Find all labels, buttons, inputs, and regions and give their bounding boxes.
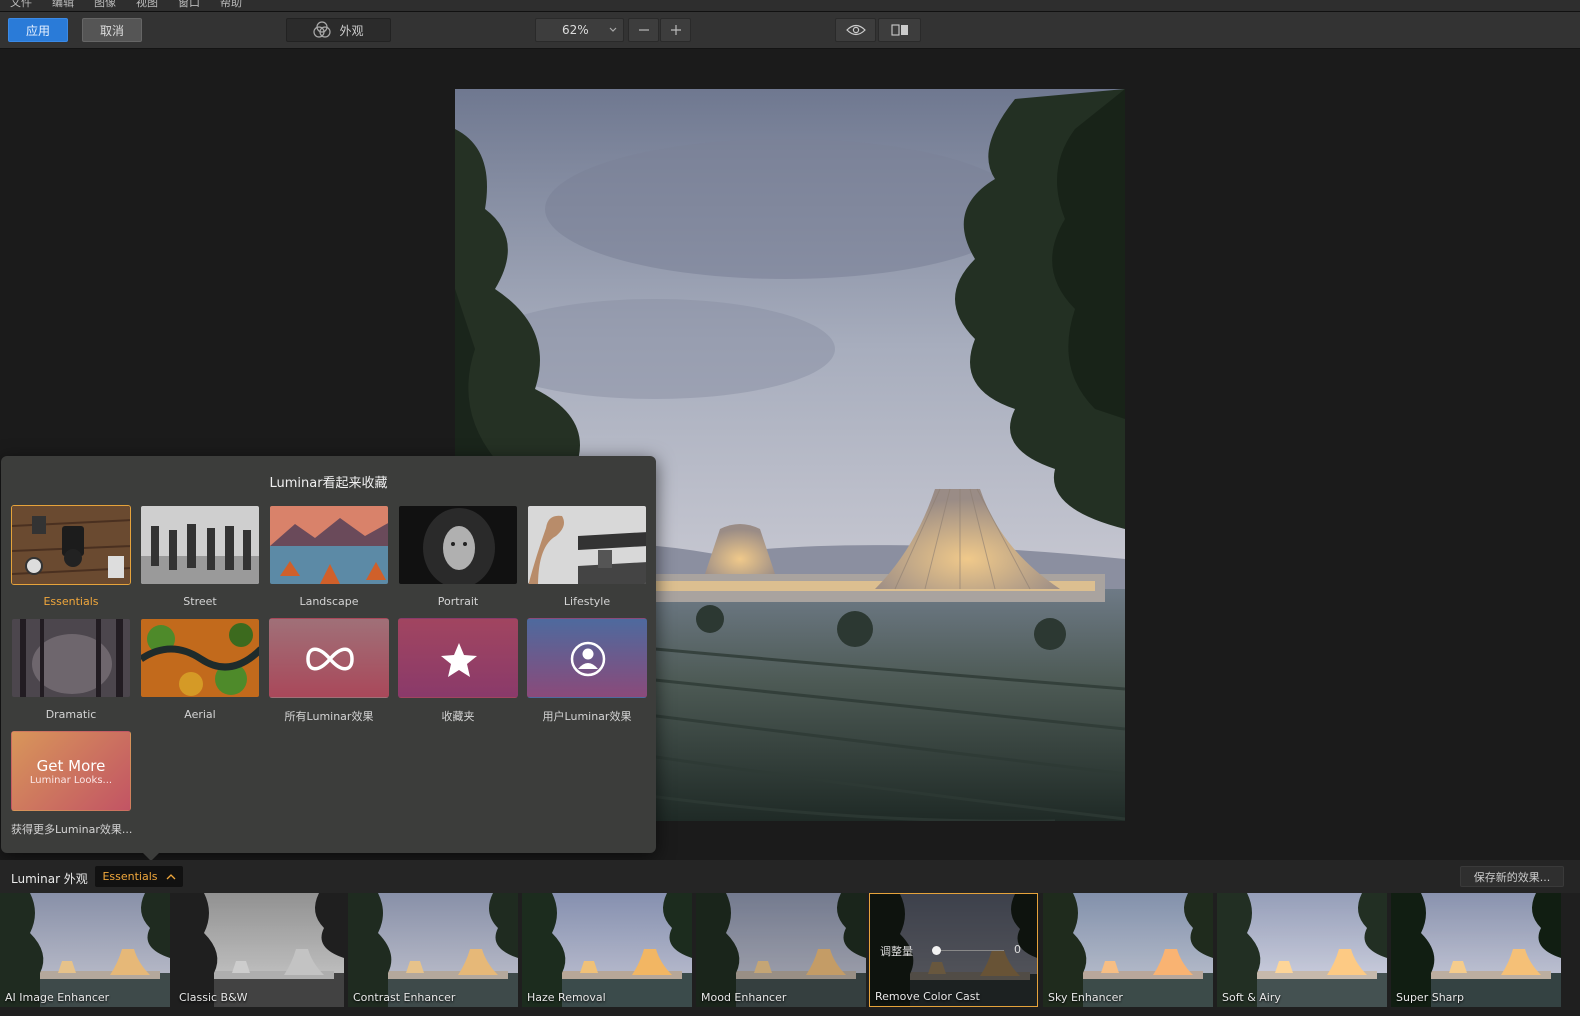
look-super-sharp[interactable]: Super Sharp [1391,893,1561,1007]
looks-strip: AI Image Enhancer Classic B&W Contrast E… [0,893,1580,1016]
amount-label: 调整量 [880,945,913,958]
category-label: Aerial [184,708,216,721]
category-label: 收藏夹 [441,710,475,723]
category-label: Street [183,595,217,608]
category-thumbnail [527,618,647,698]
popup-title: Luminar看起来收藏 [269,476,388,491]
collection-select[interactable]: Essentials [95,866,183,887]
menu-file[interactable]: 文件 [10,0,32,10]
look-remove-color-cast[interactable]: 调整量 0 Remove Color Cast [869,893,1038,1007]
look-label: AI Image Enhancer [5,991,110,1004]
menu-image[interactable]: 图像 [94,0,116,10]
category-portrait[interactable]: Portrait [398,505,518,608]
look-label: Classic B&W [179,991,248,1004]
category-thumbnail [140,505,260,585]
category-label: Landscape [299,595,359,608]
look-label: Super Sharp [1396,991,1464,1004]
look-ai-image-enhancer[interactable]: AI Image Enhancer [0,893,170,1007]
category-label: 所有Luminar效果 [284,710,374,723]
category-all-looks[interactable]: 所有Luminar效果 [269,618,389,724]
amount-slider[interactable]: 调整量 0 [880,943,1030,959]
plus-icon [670,25,681,35]
look-contrast-enhancer[interactable]: Contrast Enhancer [348,893,518,1007]
menu-edit[interactable]: 编辑 [52,0,74,10]
look-classic-bw[interactable]: Classic B&W [174,893,344,1007]
infinity-icon [306,647,354,671]
category-thumbnail [269,618,389,698]
menu-view[interactable]: 视图 [136,0,158,10]
preview-toggle-button[interactable] [835,18,876,42]
get-more-subtitle: Luminar Looks... [29,774,113,786]
category-thumbnail [269,505,389,585]
category-thumbnail [11,505,131,585]
look-label: Soft & Airy [1222,991,1281,1004]
category-thumbnail [11,618,131,698]
category-label: Essentials [43,595,99,608]
cancel-button[interactable]: 取消 [82,18,142,42]
category-get-more[interactable]: Get More Luminar Looks... 获得更多Luminar效果.… [11,731,133,837]
category-aerial[interactable]: Aerial [140,618,260,721]
category-user-looks[interactable]: 用户Luminar效果 [527,618,647,724]
star-icon [441,643,477,677]
looks-bar: Luminar 外观 Essentials 保存新的效果... [0,860,1580,893]
zoom-select[interactable]: 62% [535,18,624,42]
category-label: 用户Luminar效果 [542,710,632,723]
user-icon [570,641,606,677]
luminar-window: 文件 编辑 图像 视图 窗口 帮助 应用 取消 外观 62% Luminar看起… [0,0,1580,1016]
category-thumbnail [527,505,647,585]
looks-collection-popup: Luminar看起来收藏 Essentials Street Landscape… [1,456,656,853]
get-more-title: Get More [36,756,106,775]
looks-button-label: 外观 [339,23,364,38]
category-thumbnail [398,505,518,585]
category-landscape[interactable]: Landscape [269,505,389,608]
zoom-out-button[interactable] [628,18,659,42]
zoom-value: 62% [562,23,589,37]
slider-handle[interactable] [932,946,941,955]
looks-circles-icon [313,21,332,38]
split-view-icon [890,24,908,36]
save-new-look-button[interactable]: 保存新的效果... [1460,866,1564,887]
compare-button[interactable] [878,18,921,42]
category-thumbnail [398,618,518,698]
category-favorites[interactable]: 收藏夹 [398,618,518,724]
eye-icon [845,24,866,36]
menu-window[interactable]: 窗口 [178,0,200,10]
zoom-in-button[interactable] [660,18,691,42]
look-label: Haze Removal [527,991,606,1004]
category-lifestyle[interactable]: Lifestyle [527,505,647,608]
look-label: Sky Enhancer [1048,991,1123,1004]
category-label: Portrait [437,595,479,608]
category-thumbnail: Get More Luminar Looks... [11,731,131,811]
looks-button[interactable]: 外观 [286,18,391,42]
category-label: Lifestyle [563,595,611,608]
slider-track[interactable] [934,950,1004,951]
look-soft-airy[interactable]: Soft & Airy [1217,893,1387,1007]
menu-bar: 文件 编辑 图像 视图 窗口 帮助 [0,0,1580,12]
look-label: Contrast Enhancer [353,991,456,1004]
category-thumbnail [140,618,260,698]
chevron-down-icon [609,27,617,32]
look-label: Remove Color Cast [875,990,980,1003]
amount-value: 0 [1014,943,1021,956]
look-sky-enhancer[interactable]: Sky Enhancer [1043,893,1213,1007]
category-street[interactable]: Street [140,505,260,608]
category-label: 获得更多Luminar效果... [11,823,133,836]
toolbar: 应用 取消 外观 62% [0,12,1580,49]
looks-bar-label: Luminar 外观 [11,872,88,886]
apply-button[interactable]: 应用 [8,18,68,42]
look-haze-removal[interactable]: Haze Removal [522,893,692,1007]
category-label: Dramatic [45,708,97,721]
look-mood-enhancer[interactable]: Mood Enhancer [696,893,866,1007]
chevron-up-icon [166,873,175,879]
minus-icon [638,29,649,31]
collection-value: Essentials [102,870,158,883]
look-label: Mood Enhancer [701,991,787,1004]
menu-help[interactable]: 帮助 [220,0,242,10]
category-dramatic[interactable]: Dramatic [11,618,131,721]
category-essentials[interactable]: Essentials [11,505,131,608]
